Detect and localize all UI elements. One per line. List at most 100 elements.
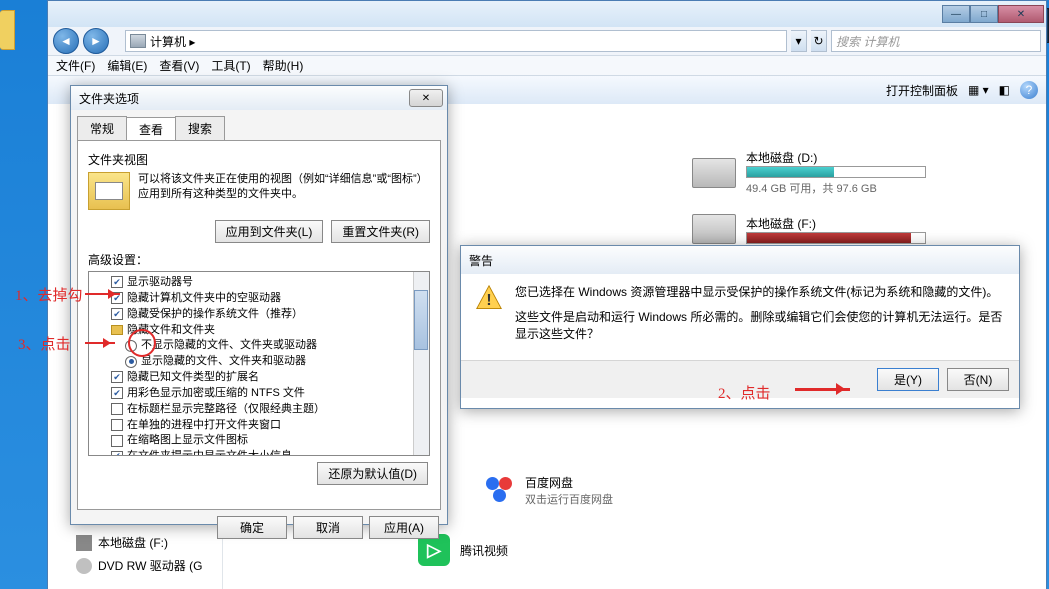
adv-item-label: 隐藏已知文件类型的扩展名	[127, 370, 259, 385]
left-stub-badge	[0, 10, 15, 50]
advanced-settings-list[interactable]: 显示驱动器号隐藏计算机文件夹中的空驱动器隐藏受保护的操作系统文件（推荐）隐藏文件…	[88, 271, 430, 456]
adv-item[interactable]: 隐藏已知文件类型的扩展名	[91, 370, 427, 386]
address-bar[interactable]: 计算机 ▸	[125, 30, 787, 52]
adv-item[interactable]: 在标题栏显示完整路径（仅限经典主题）	[91, 402, 427, 418]
folder-icon	[111, 325, 123, 335]
adv-item-label: 不显示隐藏的文件、文件夹或驱动器	[141, 338, 317, 353]
svg-text:!: !	[486, 292, 491, 309]
drive-info: 49.4 GB 可用，共 97.6 GB	[746, 180, 926, 196]
adv-item[interactable]: 用彩色显示加密或压缩的 NTFS 文件	[91, 386, 427, 402]
scrollbar[interactable]	[413, 272, 429, 455]
tab-general[interactable]: 常规	[77, 116, 127, 140]
drive-f[interactable]: 本地磁盘 (F:)	[692, 214, 926, 244]
dialog-close-button[interactable]: ✕	[409, 89, 443, 107]
menu-view[interactable]: 查看(V)	[159, 57, 199, 74]
baidu-icon	[483, 477, 515, 505]
dialog-title: 文件夹选项	[79, 90, 139, 107]
adv-item[interactable]: 在文件夹提示中显示文件大小信息	[91, 449, 427, 456]
adv-item[interactable]: 隐藏计算机文件夹中的空驱动器	[91, 291, 427, 307]
reset-folders-button[interactable]: 重置文件夹(R)	[331, 220, 430, 243]
maximize-button[interactable]: □	[970, 5, 998, 23]
adv-item[interactable]: 在缩略图上显示文件图标	[91, 433, 427, 449]
minimize-button[interactable]: —	[942, 5, 970, 23]
drive-label: 本地磁盘 (D:)	[746, 149, 926, 166]
close-button[interactable]: ✕	[998, 5, 1044, 23]
folder-view-heading: 文件夹视图	[88, 151, 430, 168]
warning-titlebar: 警告	[461, 246, 1019, 274]
annotation-3-arrow	[85, 342, 115, 344]
folder-options-dialog: 文件夹选项 ✕ 常规 查看 搜索 文件夹视图 可以将该文件夹正在使用的视图（例如…	[70, 85, 448, 525]
titlebar: — □ ✕	[48, 1, 1046, 27]
app-title: 百度网盘	[525, 474, 613, 491]
yes-button[interactable]: 是(Y)	[877, 368, 939, 391]
adv-item-label: 在文件夹提示中显示文件大小信息	[127, 449, 292, 456]
adv-item[interactable]: 在单独的进程中打开文件夹窗口	[91, 418, 427, 434]
ok-button[interactable]: 确定	[217, 516, 287, 539]
search-input[interactable]: 搜索 计算机	[831, 30, 1041, 52]
back-button[interactable]: ◄	[53, 28, 79, 54]
adv-item-label: 在单独的进程中打开文件夹窗口	[127, 418, 281, 433]
no-button[interactable]: 否(N)	[947, 368, 1009, 391]
forward-button[interactable]: ►	[83, 28, 109, 54]
drive-icon	[692, 214, 736, 244]
adv-item[interactable]: 隐藏受保护的操作系统文件（推荐）	[91, 307, 427, 323]
menu-tools[interactable]: 工具(T)	[211, 57, 250, 74]
adv-item-label: 显示驱动器号	[127, 275, 193, 290]
adv-item-label: 用彩色显示加密或压缩的 NTFS 文件	[127, 386, 305, 401]
tab-search[interactable]: 搜索	[175, 116, 225, 140]
checkbox[interactable]	[111, 371, 123, 383]
adv-item[interactable]: 显示驱动器号	[91, 275, 427, 291]
folder-view-text: 可以将该文件夹正在使用的视图（例如“详细信息”或“图标”）应用到所有这种类型的文…	[138, 172, 430, 210]
restore-defaults-button[interactable]: 还原为默认值(D)	[317, 462, 428, 485]
checkbox[interactable]	[111, 451, 123, 456]
checkbox[interactable]	[111, 308, 123, 320]
apply-button[interactable]: 应用(A)	[369, 516, 439, 539]
checkbox[interactable]	[111, 387, 123, 399]
menu-help[interactable]: 帮助(H)	[263, 57, 304, 74]
checkbox[interactable]	[111, 435, 123, 447]
help-icon[interactable]: ?	[1020, 81, 1038, 99]
dvd-icon	[76, 558, 92, 574]
drive-bar	[746, 232, 926, 244]
open-control-panel[interactable]: 打开控制面板	[886, 82, 958, 99]
radio[interactable]	[125, 356, 137, 368]
view-mode-icon[interactable]: ▦ ▾	[968, 83, 989, 97]
app-sub: 双击运行百度网盘	[525, 491, 613, 507]
warning-line2: 这些文件是启动和运行 Windows 所必需的。删除或编辑它们会使您的计算机无法…	[515, 309, 1005, 343]
drive-d[interactable]: 本地磁盘 (D:) 49.4 GB 可用，共 97.6 GB	[692, 149, 926, 196]
adv-item-label: 隐藏受保护的操作系统文件（推荐）	[127, 307, 303, 322]
annotation-3-circle	[128, 329, 156, 357]
menu-file[interactable]: 文件(F)	[56, 57, 95, 74]
warning-line1: 您已选择在 Windows 资源管理器中显示受保护的操作系统文件(标记为系统和隐…	[515, 284, 1005, 301]
nav-row: ◄ ► 计算机 ▸ ▾ ↻ 搜索 计算机	[48, 27, 1046, 56]
annotation-2-arrow	[795, 388, 850, 391]
checkbox[interactable]	[111, 403, 123, 415]
checkbox[interactable]	[111, 276, 123, 288]
preview-pane-icon[interactable]: ◧	[999, 83, 1010, 97]
tab-body: 文件夹视图 可以将该文件夹正在使用的视图（例如“详细信息”或“图标”）应用到所有…	[77, 140, 441, 510]
warning-title: 警告	[469, 252, 493, 269]
scroll-thumb[interactable]	[414, 290, 428, 350]
tab-strip: 常规 查看 搜索	[71, 110, 447, 140]
baidu-netdisk[interactable]: 百度网盘 双击运行百度网盘	[483, 474, 613, 507]
menu-bar: 文件(F) 编辑(E) 查看(V) 工具(T) 帮助(H)	[48, 56, 1046, 76]
cancel-button[interactable]: 取消	[293, 516, 363, 539]
apply-to-folders-button[interactable]: 应用到文件夹(L)	[215, 220, 324, 243]
sidebar-item-dvd[interactable]: DVD RW 驱动器 (G	[48, 554, 222, 577]
annotation-3: 3、点击	[18, 333, 71, 354]
tab-view[interactable]: 查看	[126, 117, 176, 141]
refresh-button[interactable]: ↻	[811, 30, 827, 52]
app-title: 腾讯视频	[460, 542, 508, 559]
address-dropdown[interactable]: ▾	[791, 30, 807, 52]
menu-edit[interactable]: 编辑(E)	[107, 57, 147, 74]
annotation-1: 1、去掉勾	[15, 284, 83, 305]
drive-label: 本地磁盘 (F:)	[746, 215, 926, 232]
adv-item-label: 在标题栏显示完整路径（仅限经典主题）	[127, 402, 325, 417]
dialog-titlebar: 文件夹选项 ✕	[71, 86, 447, 110]
computer-icon	[130, 34, 146, 48]
checkbox[interactable]	[111, 419, 123, 431]
folder-view-icon	[88, 172, 130, 210]
breadcrumb[interactable]: 计算机 ▸	[150, 33, 195, 50]
adv-item-label: 显示隐藏的文件、文件夹和驱动器	[141, 354, 306, 369]
advanced-label: 高级设置：	[88, 251, 430, 268]
